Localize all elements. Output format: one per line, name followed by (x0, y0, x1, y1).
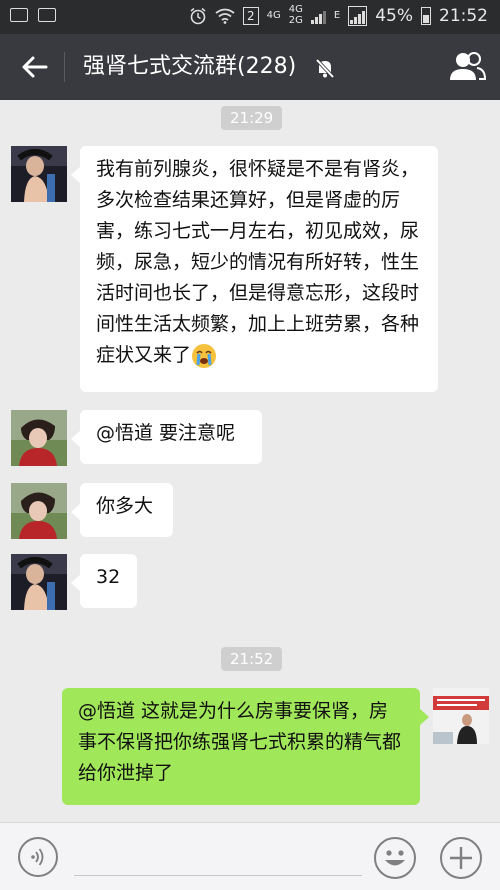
network-type-stack: 4G (266, 9, 281, 21)
voice-button[interactable] (18, 837, 58, 877)
status-clock: 21:52 (439, 5, 488, 26)
avatar-photo-icon (433, 688, 489, 744)
message-input-bar (0, 822, 500, 890)
own-avatar[interactable] (433, 688, 489, 744)
avatar[interactable] (11, 483, 67, 539)
mute-bell-icon (315, 58, 335, 79)
network-type-stack-2: 4G 2G (289, 5, 303, 26)
gallery-notification-icon (10, 8, 28, 22)
message-input[interactable] (74, 835, 366, 877)
message-bubble[interactable]: 你多大 (71, 483, 173, 537)
avatar[interactable] (11, 554, 67, 610)
message-text: @悟道 要注意呢 (96, 422, 236, 444)
own-message-bubble[interactable]: @悟道 这就是为什么房事要保肾，房事不保肾把你练强肾七式积累的精气都给你泄掉了 (62, 688, 429, 805)
app-bar: 强肾七式交流群(228) (0, 34, 500, 100)
battery-icon (421, 6, 431, 25)
network-type-2: 4G (288, 4, 303, 15)
network-type-1: 4G (266, 9, 281, 21)
app-bar-divider (64, 52, 65, 82)
message-bubble[interactable]: @悟道 要注意呢 (71, 410, 262, 464)
avatar[interactable] (11, 146, 67, 202)
avatar-photo-icon (11, 554, 67, 610)
wifi-icon (215, 8, 235, 24)
group-members-icon[interactable] (448, 50, 486, 84)
input-underline (74, 875, 362, 876)
message-bubble[interactable]: 我有前列腺炎，很怀疑是不是有肾炎，多次检查结果还算好，但是肾虚的厉害，练习七式一… (71, 146, 438, 392)
avatar[interactable] (11, 410, 67, 466)
more-options-button[interactable] (440, 837, 482, 879)
message-text: @悟道 这就是为什么房事要保肾，房事不保肾把你练强肾七式积累的精气都给你泄掉了 (78, 700, 402, 784)
battery-percent: 45% (375, 5, 413, 26)
signal-bars-icon-2 (348, 5, 368, 26)
signal-bars-icon (310, 8, 326, 24)
message-bubble[interactable]: 32 (71, 554, 137, 608)
emoji-button[interactable] (374, 837, 416, 879)
timestamp: 21:52 (221, 647, 283, 671)
message-text: 你多大 (96, 495, 154, 517)
plus-icon (450, 847, 472, 869)
timestamp: 21:29 (221, 106, 283, 130)
message-text: 32 (96, 566, 121, 588)
alarm-icon (190, 7, 206, 24)
avatar-photo-icon (11, 146, 67, 202)
chat-title: 强肾七式交流群(228) (83, 54, 297, 79)
crying-emoji-icon (192, 343, 217, 368)
mail-notification-icon (38, 8, 56, 22)
avatar-photo-icon (11, 483, 67, 539)
back-arrow-icon[interactable] (20, 52, 50, 82)
network-type-3: 2G (288, 15, 303, 26)
sim-badge: 2 (242, 6, 259, 25)
data-indicator: E (333, 9, 341, 21)
smiley-icon (385, 850, 405, 866)
status-bar: 2 4G 4G 2G E 45% 21:52 (0, 0, 500, 34)
voice-icon (31, 848, 44, 866)
avatar-photo-icon (11, 410, 67, 466)
message-text: 我有前列腺炎，很怀疑是不是有肾炎，多次检查结果还算好，但是肾虚的厉害，练习七式一… (96, 158, 420, 366)
